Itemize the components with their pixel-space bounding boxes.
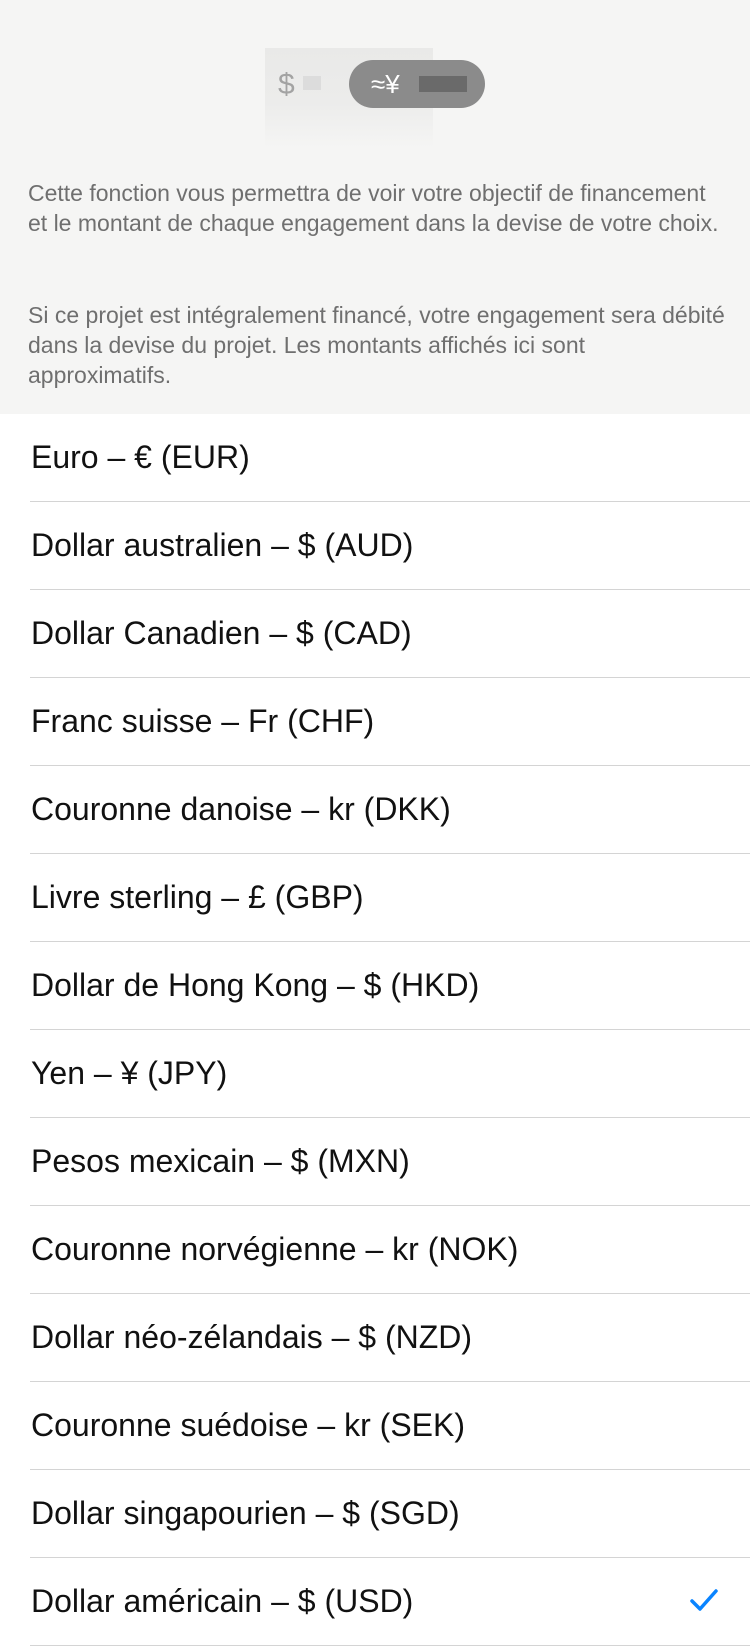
currency-option-row[interactable]: Dollar néo-zélandais – $ (NZD) (0, 1294, 750, 1382)
currency-option-row[interactable]: Dollar Canadien – $ (CAD) (0, 590, 750, 678)
currency-info-header: $ ≈¥ Cette fonction vous permettra de vo… (0, 0, 750, 414)
currency-option-row[interactable]: Euro – € (EUR) (0, 414, 750, 502)
currency-option-label: Couronne danoise – kr (DKK) (31, 791, 451, 827)
currency-option-row[interactable]: Pesos mexicain – $ (MXN) (0, 1118, 750, 1206)
currency-option-label: Dollar Canadien – $ (CAD) (31, 615, 412, 651)
currency-option-row[interactable]: Yen – ¥ (JPY) (0, 1030, 750, 1118)
description-paragraph-1: Cette fonction vous permettra de voir vo… (28, 180, 719, 236)
converted-symbol: ≈¥ (371, 69, 400, 99)
currency-option-row[interactable]: Livre sterling – £ (GBP) (0, 854, 750, 942)
currency-option-row[interactable]: Couronne suédoise – kr (SEK) (0, 1382, 750, 1470)
currency-option-label: Euro – € (EUR) (31, 439, 250, 475)
currency-option-row[interactable]: Dollar singapourien – $ (SGD) (0, 1470, 750, 1558)
converted-amount-placeholder-bar (419, 76, 467, 92)
description-paragraph-2: Si ce projet est intégralement financé, … (28, 302, 725, 388)
converted-amount-pill: ≈¥ (349, 60, 485, 108)
checkmark-icon (690, 1589, 718, 1611)
currency-option-label: Dollar australien – $ (AUD) (31, 527, 414, 563)
currency-option-label: Franc suisse – Fr (CHF) (31, 703, 375, 739)
currency-option-label: Dollar américain – $ (USD) (31, 1583, 414, 1619)
amount-placeholder-bar (303, 76, 321, 90)
currency-option-label: Dollar singapourien – $ (SGD) (31, 1495, 460, 1531)
currency-option-label: Couronne norvégienne – kr (NOK) (31, 1231, 519, 1267)
currency-list: Euro – € (EUR) Dollar australien – $ (AUD… (0, 414, 750, 1646)
currency-option-row[interactable]: Couronne danoise – kr (DKK) (0, 766, 750, 854)
currency-option-row[interactable]: Dollar australien – $ (AUD) (0, 502, 750, 590)
currency-conversion-illustration: $ ≈¥ (265, 48, 485, 148)
currency-option-label: Pesos mexicain – $ (MXN) (31, 1143, 410, 1179)
dollar-symbol: $ (278, 68, 295, 101)
currency-option-row[interactable]: Franc suisse – Fr (CHF) (0, 678, 750, 766)
currency-option-label: Yen – ¥ (JPY) (31, 1055, 228, 1091)
currency-option-row[interactable]: Dollar de Hong Kong – $ (HKD) (0, 942, 750, 1030)
currency-option-label: Couronne suédoise – kr (SEK) (31, 1407, 465, 1443)
currency-option-label: Dollar de Hong Kong – $ (HKD) (31, 967, 480, 1003)
currency-option-label: Livre sterling – £ (GBP) (31, 879, 364, 915)
currency-option-row[interactable]: Couronne norvégienne – kr (NOK) (0, 1206, 750, 1294)
currency-option-label: Dollar néo-zélandais – $ (NZD) (31, 1319, 473, 1355)
currency-option-row[interactable]: Dollar américain – $ (USD) (0, 1558, 750, 1646)
